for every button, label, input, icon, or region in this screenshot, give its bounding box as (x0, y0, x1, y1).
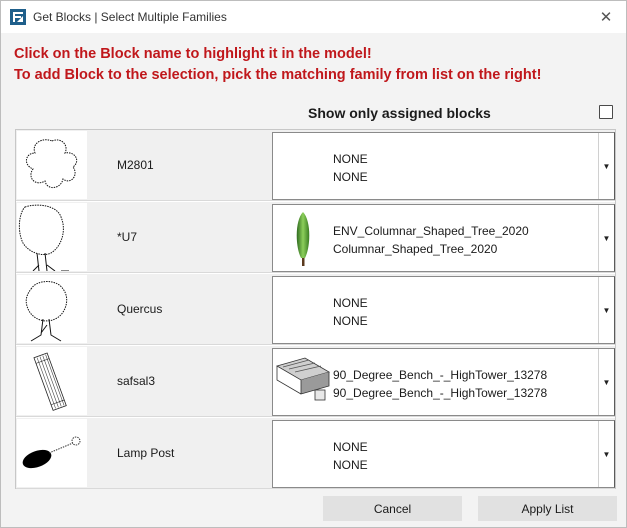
apply-list-button[interactable]: Apply List (478, 496, 617, 521)
list-item: safsal3 90_Degree_Bench_-_HighTower_1327… (16, 346, 615, 417)
app-logo-icon (10, 9, 26, 25)
block-name[interactable]: *U7 (117, 230, 137, 244)
list-item: Lamp Post NONE NONE ▼ (16, 418, 615, 489)
flower-outline-icon (17, 131, 87, 199)
block-name[interactable]: Lamp Post (117, 446, 174, 460)
chevron-down-icon: ▼ (602, 377, 611, 387)
close-icon: ✕ (599, 9, 613, 26)
tree-outline-icon (17, 203, 87, 271)
lamp-post-plan-icon (17, 419, 87, 487)
chevron-down-icon: ▼ (602, 449, 611, 459)
dropdown-arrow[interactable]: ▼ (598, 277, 614, 343)
blocks-list[interactable]: M2801 NONE NONE ▼ *U7 ENV_Columnar_Shape… (15, 129, 616, 489)
family-line-2: Columnar_Shaped_Tree_2020 (333, 242, 498, 256)
window-title: Get Blocks | Select Multiple Families (33, 10, 227, 24)
family-line-2: 90_Degree_Bench_-_HighTower_13278 (333, 386, 548, 400)
bench-3d-icon (275, 350, 331, 414)
list-item: *U7 ENV_Columnar_Shaped_Tree_2020 Column… (16, 202, 615, 273)
dropdown-arrow[interactable]: ▼ (598, 205, 614, 271)
close-button[interactable]: ✕ (586, 1, 626, 33)
family-dropdown[interactable]: NONE NONE ▼ (272, 420, 615, 488)
title-bar[interactable]: Get Blocks | Select Multiple Families ✕ (1, 1, 626, 33)
block-name[interactable]: safsal3 (117, 374, 155, 388)
dialog-window: Get Blocks | Select Multiple Families ✕ … (0, 0, 627, 528)
family-dropdown[interactable]: NONE NONE ▼ (272, 132, 615, 200)
dropdown-arrow[interactable]: ▼ (598, 421, 614, 487)
oak-tree-outline-icon (17, 275, 87, 343)
instruction-line-1: Click on the Block name to highlight it … (14, 46, 372, 62)
columnar-tree-icon (275, 206, 331, 270)
list-item: M2801 NONE NONE ▼ (16, 130, 615, 201)
family-dropdown[interactable]: 90_Degree_Bench_-_HighTower_13278 90_Deg… (272, 348, 615, 416)
list-item: Quercus NONE NONE ▼ (16, 274, 615, 345)
chevron-down-icon: ▼ (602, 233, 611, 243)
family-line-1: NONE (333, 152, 368, 166)
instructions: Click on the Block name to highlight it … (14, 44, 541, 86)
show-assigned-label: Show only assigned blocks (308, 105, 491, 121)
family-line-2: NONE (333, 458, 368, 472)
family-line-1: ENV_Columnar_Shaped_Tree_2020 (333, 224, 529, 238)
family-dropdown[interactable]: ENV_Columnar_Shaped_Tree_2020 Columnar_S… (272, 204, 615, 272)
block-name[interactable]: M2801 (117, 158, 154, 172)
family-line-1: NONE (333, 296, 368, 310)
dropdown-arrow[interactable]: ▼ (598, 133, 614, 199)
chevron-down-icon: ▼ (602, 305, 611, 315)
family-line-2: NONE (333, 170, 368, 184)
dropdown-arrow[interactable]: ▼ (598, 349, 614, 415)
family-line-1: NONE (333, 440, 368, 454)
chevron-down-icon: ▼ (602, 161, 611, 171)
instruction-line-2: To add Block to the selection, pick the … (14, 67, 542, 83)
block-name[interactable]: Quercus (117, 302, 162, 316)
cancel-button[interactable]: Cancel (323, 496, 462, 521)
family-line-2: NONE (333, 314, 368, 328)
bench-plan-icon (17, 347, 87, 415)
family-line-1: 90_Degree_Bench_-_HighTower_13278 (333, 368, 548, 382)
family-dropdown[interactable]: NONE NONE ▼ (272, 276, 615, 344)
show-assigned-checkbox[interactable] (599, 105, 613, 119)
